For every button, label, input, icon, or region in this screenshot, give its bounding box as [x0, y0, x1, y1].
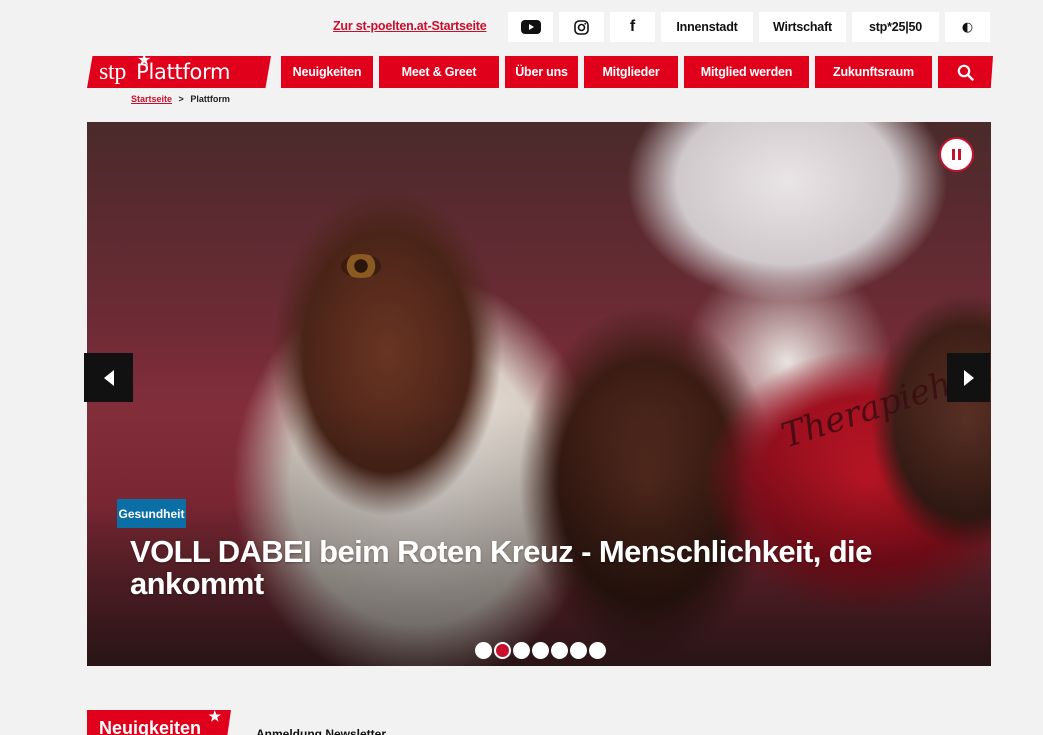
nav-item-mitglieder[interactable]: Mitglieder [584, 56, 678, 88]
slider-dot[interactable] [532, 642, 549, 659]
nav-item-meet-greet[interactable]: Meet & Greet [379, 56, 499, 88]
slider-dot[interactable] [494, 642, 511, 659]
category-badge[interactable]: Gesundheit [117, 499, 186, 528]
section-title-neuigkeiten: Neuigkeiten ★ [87, 710, 231, 735]
slider-pagination [475, 642, 606, 659]
top-bar: Zur st-poelten.at-Startseite f Innenstad… [0, 12, 1043, 42]
search-icon [957, 64, 974, 81]
section-star-icon: ★ [208, 708, 221, 724]
slider-dot[interactable] [570, 642, 587, 659]
contrast-toggle-button[interactable]: ◐ [945, 12, 990, 42]
instagram-button[interactable] [559, 12, 604, 42]
instagram-icon [574, 19, 589, 35]
slider-dot[interactable] [475, 642, 492, 659]
search-button[interactable] [938, 56, 993, 88]
breadcrumb-separator: > [178, 94, 184, 104]
wirtschaft-link[interactable]: Wirtschaft [759, 12, 846, 42]
slider-next-button[interactable] [947, 353, 990, 402]
nav-item-neuigkeiten[interactable]: Neuigkeiten [281, 56, 373, 88]
dog-eye [341, 254, 381, 278]
facebook-button[interactable]: f [610, 12, 655, 42]
breadcrumb-home-link[interactable]: Startseite [131, 94, 172, 104]
section-title-text: Neuigkeiten [99, 718, 202, 735]
contrast-icon: ◐ [961, 19, 974, 35]
slider-prev-button[interactable] [84, 353, 133, 402]
youtube-button[interactable] [508, 12, 553, 42]
logo-stp-text: stp [99, 58, 127, 85]
hero-headline[interactable]: VOLL DABEI beim Roten Kreuz - Menschlich… [130, 536, 930, 600]
portal-start-link[interactable]: Zur st-poelten.at-Startseite [333, 19, 487, 33]
nav-item-ueber-uns[interactable]: Über uns [505, 56, 578, 88]
slider-pause-button[interactable] [939, 137, 974, 172]
pause-icon-bar-left [952, 149, 955, 160]
facebook-icon: f [629, 18, 636, 35]
newsletter-signup-link[interactable]: Anmeldung Newsletter [256, 727, 386, 735]
nav-item-zukunftsraum[interactable]: Zukunftsraum [815, 56, 932, 88]
stp2550-link[interactable]: stp*25|50 [852, 12, 939, 42]
main-navigation: stp ★ Plattform Neuigkeiten Meet & Greet… [0, 56, 1043, 88]
pause-icon-bar-right [958, 149, 961, 160]
youtube-icon [520, 20, 541, 34]
nav-item-mitglied-werden[interactable]: Mitglied werden [684, 56, 809, 88]
slider-dot[interactable] [551, 642, 568, 659]
slider-dot[interactable] [513, 642, 530, 659]
arrow-left-icon [103, 369, 114, 386]
stp-plattform-logo[interactable]: stp ★ Plattform [87, 56, 271, 88]
breadcrumb-current: Plattform [190, 94, 230, 104]
slider-dot[interactable] [589, 642, 606, 659]
arrow-right-icon [963, 369, 974, 386]
breadcrumb: Startseite > Plattform [131, 94, 230, 104]
logo-star-icon: ★ [137, 50, 152, 69]
innenstadt-link[interactable]: Innenstadt [661, 12, 753, 42]
